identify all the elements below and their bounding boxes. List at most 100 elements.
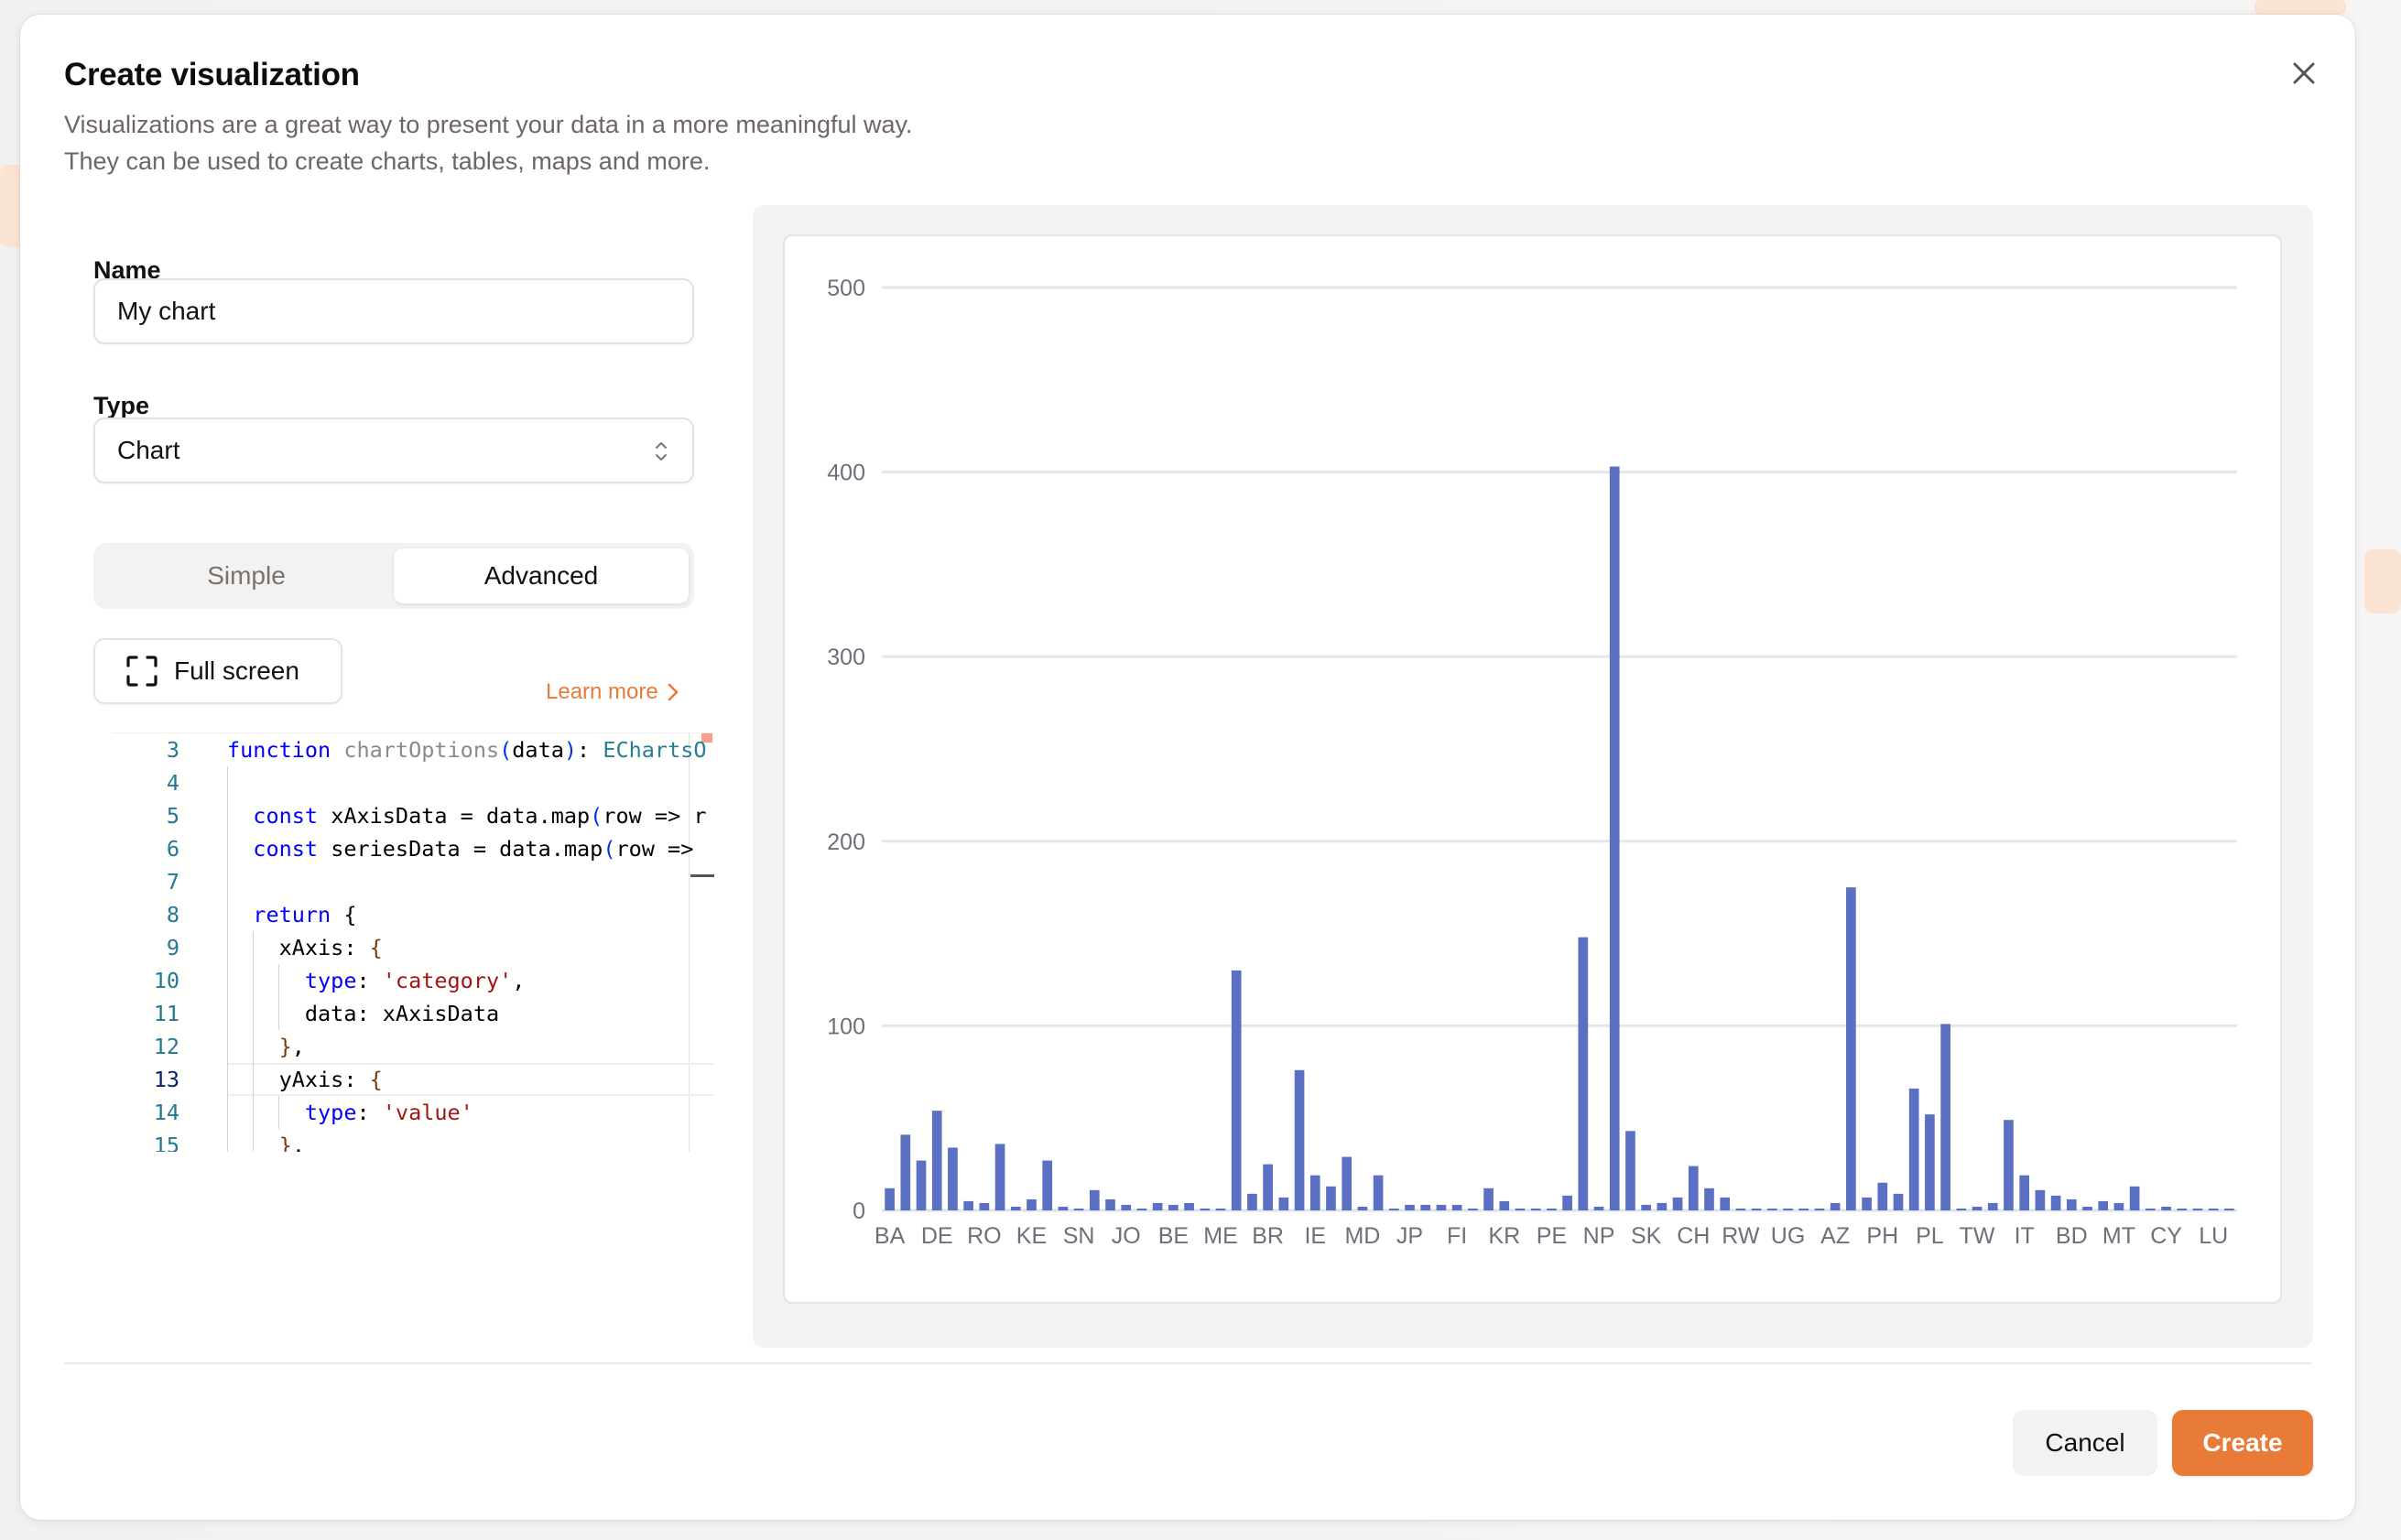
bar [1499, 1200, 1510, 1210]
editor-line[interactable]: 11 data: xAxisData [112, 997, 714, 1030]
type-label: Type [93, 392, 150, 419]
bar [2192, 1208, 2203, 1210]
line-number: 10 [153, 968, 179, 993]
create-visualization-dialog: Create visualization Visualizations are … [20, 15, 2355, 1520]
x-tick-label: BD [2056, 1223, 2088, 1249]
expand-icon [126, 656, 158, 687]
x-tick-label: AZ [1820, 1223, 1850, 1249]
editor-line[interactable]: 8 return { [112, 898, 714, 931]
line-code: type: 'value' [304, 1100, 473, 1125]
editor-line[interactable]: 13 yAxis: { [112, 1063, 714, 1096]
x-tick-label: RO [967, 1223, 1002, 1249]
editor-line[interactable]: 12 }, [112, 1030, 714, 1063]
bar [2224, 1208, 2234, 1210]
bar [1105, 1198, 1115, 1210]
x-tick-label: BR [1252, 1223, 1284, 1249]
indent-guide [278, 1096, 279, 1129]
line-number: 8 [166, 902, 179, 927]
bar [1814, 1208, 1825, 1210]
cancel-button[interactable]: Cancel [2013, 1410, 2157, 1476]
bar [1940, 1024, 1950, 1210]
line-number: 14 [153, 1100, 179, 1125]
name-input[interactable] [93, 278, 694, 344]
line-code: }, [278, 1133, 305, 1152]
line-number: 15 [153, 1133, 179, 1152]
type-select[interactable]: Chart [93, 418, 694, 483]
bar [885, 1188, 895, 1210]
bar [2146, 1208, 2156, 1210]
x-tick-label: JP [1396, 1223, 1423, 1249]
bar [994, 1144, 1005, 1210]
bar [1326, 1186, 1336, 1210]
bar [2161, 1206, 2171, 1210]
full-screen-button[interactable]: Full screen [93, 638, 342, 704]
backdrop-decoration [2254, 0, 2346, 15]
x-tick-label: MD [1344, 1223, 1380, 1249]
editor-line[interactable]: 5 const xAxisData = data.map(row => r [112, 799, 714, 832]
bar [1609, 466, 1620, 1210]
line-number: 5 [166, 803, 179, 829]
x-tick-label: PL [1916, 1223, 1944, 1249]
bar [2066, 1198, 2077, 1210]
line-number: 12 [153, 1034, 179, 1059]
tab-simple[interactable]: Simple [99, 548, 394, 603]
line-code: data: xAxisData [227, 1001, 500, 1026]
x-tick-label: MT [2102, 1223, 2135, 1249]
bar [979, 1202, 990, 1210]
y-tick-label: 100 [827, 1014, 865, 1039]
line-number: 6 [166, 836, 179, 862]
y-tick-label: 500 [827, 276, 865, 301]
close-button[interactable] [2286, 55, 2322, 92]
tab-advanced[interactable]: Advanced [394, 548, 689, 603]
bar [963, 1200, 973, 1210]
bar [2129, 1186, 2140, 1210]
close-icon [2293, 62, 2315, 84]
x-tick-label: KR [1488, 1223, 1520, 1249]
bar [1357, 1206, 1368, 1210]
editor-line[interactable]: 4 [112, 766, 714, 799]
editor-line[interactable]: 10 type: 'category', [112, 964, 714, 997]
subtitle-line-2: They can be used to create charts, table… [64, 147, 711, 175]
bar [1405, 1204, 1415, 1210]
x-tick-label: IT [2015, 1223, 2035, 1249]
code-editor[interactable]: 3 function chartOptions(data): EChartsO 4 5… [112, 732, 714, 1152]
line-code: const xAxisData = data.map(row => r [253, 803, 707, 829]
x-tick-label: TW [1960, 1223, 1995, 1249]
bar-chart: 0 100 200 300 400 500 BA DE RO KE SN JO BE ME BR IE MD JP… [827, 276, 2237, 1249]
bar [2050, 1195, 2061, 1210]
bar [1247, 1193, 1257, 1210]
x-tick-label: SN [1063, 1223, 1095, 1249]
editor-line[interactable]: 15 }, [112, 1129, 714, 1152]
bar [1987, 1202, 1998, 1210]
line-code: yAxis: { [227, 1067, 383, 1092]
editor-line[interactable]: 6 const seriesData = data.map(row => [112, 832, 714, 865]
bar [1877, 1182, 1888, 1210]
bar [1846, 887, 1856, 1210]
bar [1231, 970, 1242, 1210]
chevron-up-down-icon [656, 442, 667, 461]
learn-more-label: Learn more [546, 679, 658, 704]
indent-guide [227, 766, 228, 1152]
bar [1862, 1197, 1872, 1210]
bar [1641, 1204, 1651, 1210]
bar [1468, 1208, 1478, 1210]
editor-line[interactable]: 3 function chartOptions(data): EChartsO [112, 733, 714, 766]
learn-more-link[interactable]: Learn more [546, 679, 679, 705]
bar [1672, 1197, 1683, 1210]
y-tick-label: 200 [827, 830, 865, 855]
bar [1136, 1208, 1147, 1210]
bar [1766, 1208, 1777, 1210]
editor-line[interactable]: 14 type: 'value' [112, 1096, 714, 1129]
bar [916, 1160, 927, 1210]
bar [1704, 1188, 1714, 1210]
bar [1373, 1175, 1384, 1210]
bar [1042, 1160, 1053, 1210]
x-tick-label: BE [1158, 1223, 1189, 1249]
x-tick-label: LU [2199, 1223, 2228, 1249]
bar [1294, 1069, 1305, 1210]
line-code: type: 'category', [304, 968, 526, 993]
editor-line[interactable]: 9 xAxis: { [112, 931, 714, 964]
create-button[interactable]: Create [2172, 1410, 2313, 1476]
bar [1547, 1208, 1557, 1210]
editor-line[interactable]: 7 [112, 865, 714, 898]
